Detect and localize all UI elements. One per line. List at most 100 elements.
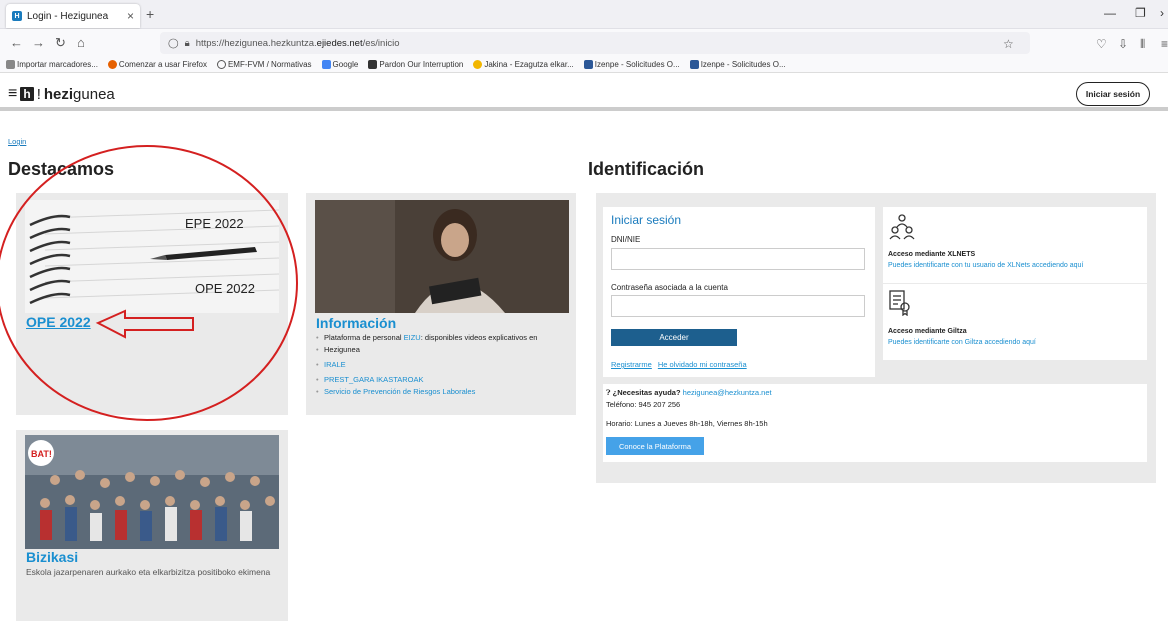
ope-card[interactable]: EPE 2022 OPE 2022 OPE 2022: [16, 193, 288, 415]
users-network-icon: [889, 214, 915, 240]
ope-link[interactable]: OPE 2022: [26, 314, 91, 330]
url-bar[interactable]: ◯ 🔒︎ https://hezigunea.hezkuntza.ejiedes…: [160, 32, 1030, 54]
bizikasi-description: Eskola jazarpenaren aurkako eta elkarbiz…: [26, 567, 271, 577]
bookmark-star-icon[interactable]: ☆: [1003, 37, 1014, 51]
minimize-icon[interactable]: —: [1104, 6, 1116, 20]
bookmark-label: Jakina - Ezagutza elkar...: [484, 59, 574, 69]
bm-icon: [368, 60, 378, 70]
bookmarks-toolbar: Importar marcadores... Comenzar a usar F…: [0, 57, 1168, 73]
breadcrumb[interactable]: Login: [8, 137, 26, 146]
restore-icon[interactable]: ❐: [1135, 6, 1146, 20]
home-icon[interactable]: ⌂: [77, 35, 85, 50]
list-item[interactable]: PREST_GARA IKASTAROAK: [314, 374, 423, 386]
woman-tablet-image: [315, 200, 569, 313]
google-icon: [321, 60, 331, 70]
item-text: Plataforma de personal: [324, 333, 404, 342]
bookmark-item[interactable]: Google: [321, 59, 359, 70]
help-box: ❓︎ ¿Necesitas ayuda? hezigunea@hezkuntza…: [603, 384, 1147, 462]
url-prefix: https://hezigunea.hezkuntza.: [195, 37, 317, 49]
help-hours: Horario: Lunes a Jueves 8h-18h, Viernes …: [606, 419, 768, 428]
group-photo: BAT!: [25, 435, 279, 549]
close-tab-icon[interactable]: ×: [127, 9, 134, 23]
prest-gara-link[interactable]: PREST_GARA IKASTAROAK: [324, 375, 423, 384]
site-header: ≡ h ! hezigunea Iniciar sesión: [0, 73, 1168, 111]
featured-heading: Destacamos: [8, 159, 115, 179]
login-links: Registrarme He olvidado mi contraseña: [611, 360, 747, 369]
bookmark-label: EMF-FVM / Normativas: [227, 59, 312, 69]
submit-button[interactable]: Acceder: [611, 329, 737, 346]
tab-title: Login - Hezigunea: [27, 10, 109, 22]
notebook-image: EPE 2022 OPE 2022: [25, 200, 279, 313]
bookmark-item[interactable]: Izenpe - Solicitudes O...: [689, 59, 786, 70]
bookmark-item[interactable]: Jakina - Ezagutza elkar...: [473, 59, 574, 70]
downloads-icon[interactable]: ⇩: [1118, 37, 1128, 51]
platform-button[interactable]: Conoce la Plataforma: [606, 437, 704, 455]
close-window-icon[interactable]: ›: [1160, 6, 1164, 20]
forgot-password-link[interactable]: He olvidado mi contraseña: [658, 360, 747, 369]
bookmark-label: Izenpe - Solicitudes O...: [700, 59, 786, 69]
giltza-access[interactable]: Acceso mediante Giltza Puedes identifica…: [883, 284, 1147, 360]
login-button[interactable]: Iniciar sesión: [1076, 82, 1150, 106]
login-form: Iniciar sesión DNI/NIE Contraseña asocia…: [603, 207, 875, 377]
login-form-title: Iniciar sesión: [611, 213, 682, 227]
bookmark-item[interactable]: Comenzar a usar Firefox: [107, 60, 207, 70]
hamburger-menu-icon[interactable]: ≡: [8, 85, 17, 103]
bizikasi-card[interactable]: BAT! Bizikasi Eskola jazarpenaren aurkak…: [16, 430, 288, 621]
bookmark-label: Pardon Our Interruption: [379, 59, 464, 69]
xlnets-access[interactable]: Acceso mediante XLNETS Puedes identifica…: [883, 207, 1147, 283]
list-item[interactable]: IRALE: [314, 359, 346, 371]
import-icon: [6, 60, 15, 70]
notebook-illustration: EPE 2022 OPE 2022: [25, 200, 279, 313]
eizu-link[interactable]: EIZU: [404, 333, 421, 342]
jakina-icon: [473, 60, 483, 70]
list-item-cont: Hezigunea: [314, 344, 360, 356]
information-card: Información Plataforma de personal EIZU:…: [306, 193, 576, 415]
img-text-epe: EPE 2022: [185, 216, 244, 231]
xlnets-title: Acceso mediante XLNETS: [888, 251, 976, 258]
item-text: Hezigunea: [324, 345, 360, 354]
library-icon[interactable]: ⦀: [1140, 37, 1145, 52]
register-link[interactable]: Registrarme: [611, 360, 652, 369]
url-suffix: /es/inicio: [362, 37, 400, 49]
izenpe-icon: [583, 60, 593, 70]
help-email-link[interactable]: hezigunea@hezkuntza.net: [683, 388, 772, 397]
group-photo-image: BAT!: [25, 435, 279, 549]
site-logo[interactable]: ≡ h ! hezigunea: [8, 85, 115, 103]
img-text-ope: OPE 2022: [195, 281, 255, 296]
bookmark-item[interactable]: Izenpe - Solicitudes O...: [583, 59, 680, 70]
new-tab-icon[interactable]: +: [146, 6, 154, 22]
help-phone: Teléfono: 945 207 256: [606, 400, 681, 409]
list-item: Plataforma de personal EIZU: disponibles…: [314, 332, 537, 344]
bizikasi-title[interactable]: Bizikasi: [26, 549, 78, 565]
password-label: Contraseña asociada a la cuenta: [611, 283, 728, 292]
bookmark-label: Google: [332, 59, 359, 69]
reload-icon[interactable]: ↻: [55, 35, 66, 51]
xlnets-link[interactable]: Puedes identificarte con tu usuario de X…: [888, 262, 1083, 269]
logo-mark: h: [20, 87, 34, 101]
bookmark-label: Izenpe - Solicitudes O...: [594, 59, 680, 69]
photo-placeholder: [315, 200, 569, 313]
firefox-icon: [107, 60, 117, 70]
password-input[interactable]: [611, 295, 865, 317]
back-icon[interactable]: ←: [10, 35, 23, 50]
dni-input[interactable]: [611, 248, 865, 270]
irale-link[interactable]: IRALE: [324, 360, 346, 369]
izenpe-icon: [689, 60, 699, 70]
help-icon: ❓︎: [606, 388, 611, 397]
bookmark-item[interactable]: Pardon Our Interruption: [368, 59, 464, 70]
bookmark-item[interactable]: Importar marcadores...: [6, 60, 98, 70]
forward-icon[interactable]: →: [32, 35, 45, 50]
bookmark-item[interactable]: EMF-FVM / Normativas: [216, 59, 312, 70]
pocket-icon[interactable]: ♡: [1096, 37, 1107, 51]
logo-name-bold: hezi: [43, 85, 74, 103]
shield-icon: ◯: [168, 37, 179, 49]
dni-label: DNI/NIE: [611, 235, 641, 244]
giltza-title: Acceso mediante Giltza: [888, 328, 967, 335]
prevention-link[interactable]: Servicio de Prevención de Riesgos Labora…: [324, 387, 475, 396]
site-favicon-icon: H: [12, 11, 22, 21]
menu-icon[interactable]: ≡: [1161, 37, 1168, 51]
giltza-link[interactable]: Puedes identificarte con Giltza accedien…: [888, 339, 1036, 346]
certificate-icon: [889, 290, 910, 316]
list-item[interactable]: Servicio de Prevención de Riesgos Labora…: [314, 386, 475, 398]
browser-tab[interactable]: H Login - Hezigunea ×: [6, 4, 140, 28]
